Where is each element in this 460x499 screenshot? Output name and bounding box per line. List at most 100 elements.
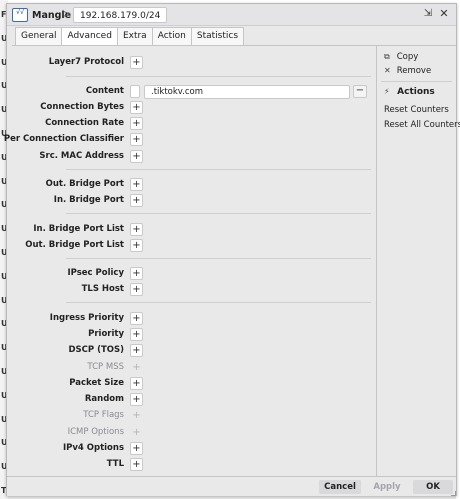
add-out-bridge-port-list-button[interactable]: + bbox=[130, 239, 143, 252]
advanced-tab-content: Layer7 Protocol + Content .tiktokv.com −… bbox=[4, 45, 376, 476]
copy-button[interactable]: ⧉ Copy bbox=[384, 52, 418, 62]
add-src-mac-address-button[interactable]: + bbox=[130, 150, 143, 163]
divider bbox=[66, 76, 371, 77]
row-ingress-priority: Ingress Priority + bbox=[12, 312, 376, 326]
cancel-button[interactable]: Cancel bbox=[319, 480, 361, 494]
row-tls-host: TLS Host + bbox=[12, 283, 376, 297]
row-connection-rate: Connection Rate + bbox=[12, 117, 376, 131]
add-random-button[interactable]: + bbox=[130, 393, 143, 406]
remove-icon: ✕ bbox=[384, 66, 391, 75]
tcp-flags-label: TCP Flags bbox=[83, 410, 124, 420]
layer7-protocol-label: Layer7 Protocol bbox=[48, 57, 124, 67]
copy-label: Copy bbox=[396, 52, 419, 62]
remove-button[interactable]: ✕ Remove bbox=[384, 66, 431, 76]
ipv4-options-label: IPv4 Options bbox=[62, 443, 124, 453]
connection-rate-label: Connection Rate bbox=[45, 118, 124, 128]
dscp-label: DSCP (TOS) bbox=[68, 345, 124, 355]
tab-bar: General Advanced Extra Action Statistics bbox=[15, 27, 245, 45]
in-bridge-port-list-label: In. Bridge Port List bbox=[33, 224, 124, 234]
add-connection-bytes-button[interactable]: + bbox=[130, 101, 143, 114]
add-per-connection-classifier-button[interactable]: + bbox=[130, 133, 143, 146]
divider bbox=[66, 302, 371, 303]
content-negate-checkbox[interactable] bbox=[130, 85, 140, 98]
row-priority: Priority + bbox=[12, 328, 376, 342]
add-packet-size-button[interactable]: + bbox=[130, 377, 143, 390]
packet-size-label: Packet Size bbox=[69, 378, 124, 388]
actions-sidebar: ⧉ Copy ✕ Remove ⚡ Actions Reset Counters… bbox=[376, 45, 460, 476]
mikrotik-logo-icon: √√ bbox=[12, 8, 28, 22]
row-in-bridge-port: In. Bridge Port + bbox=[12, 194, 376, 208]
divider bbox=[66, 169, 371, 170]
add-tcp-flags-button: + bbox=[132, 410, 141, 421]
row-tcp-mss: TCP MSS + bbox=[12, 361, 376, 375]
row-per-connection-classifier: Per Connection Classifier + bbox=[4, 133, 376, 147]
tab-extra[interactable]: Extra bbox=[116, 27, 153, 45]
copy-icon: ⧉ bbox=[384, 52, 390, 61]
resize-grip-icon[interactable] bbox=[451, 491, 456, 496]
row-random: Random + bbox=[12, 393, 376, 407]
row-ttl: TTL + bbox=[12, 458, 376, 472]
reset-counters-button[interactable]: Reset Counters bbox=[384, 105, 449, 115]
ttl-label: TTL bbox=[106, 459, 124, 469]
add-out-bridge-port-button[interactable]: + bbox=[130, 178, 143, 191]
row-out-bridge-port-list: Out. Bridge Port List + bbox=[12, 239, 376, 253]
content-input[interactable]: .tiktokv.com bbox=[144, 85, 350, 99]
add-tls-host-button[interactable]: + bbox=[130, 283, 143, 296]
rule-address-breadcrumb: 192.168.179.0/24 bbox=[73, 7, 168, 23]
ipsec-policy-label: IPsec Policy bbox=[67, 268, 124, 278]
add-ingress-priority-button[interactable]: + bbox=[130, 312, 143, 325]
connection-bytes-label: Connection Bytes bbox=[40, 102, 124, 112]
remove-content-button[interactable]: − bbox=[353, 85, 367, 98]
add-in-bridge-port-list-button[interactable]: + bbox=[130, 223, 143, 236]
breadcrumb-separator: > bbox=[63, 9, 72, 20]
tab-advanced[interactable]: Advanced bbox=[61, 27, 118, 45]
add-tcp-mss-button: + bbox=[132, 362, 141, 373]
add-priority-button[interactable]: + bbox=[130, 328, 143, 341]
row-dscp: DSCP (TOS) + bbox=[12, 344, 376, 358]
close-icon[interactable]: ✕ bbox=[438, 8, 450, 20]
in-bridge-port-label: In. Bridge Port bbox=[53, 195, 124, 205]
add-in-bridge-port-button[interactable]: + bbox=[130, 194, 143, 207]
title-bar[interactable]: √√ Mangle > 192.168.179.0/24 ⇲ ✕ bbox=[7, 4, 456, 26]
add-dscp-button[interactable]: + bbox=[130, 344, 143, 357]
row-out-bridge-port: Out. Bridge Port + bbox=[12, 178, 376, 192]
dialog-footer: Cancel Apply OK bbox=[7, 476, 456, 496]
icmp-options-label: ICMP Options bbox=[67, 427, 124, 437]
tab-statistics[interactable]: Statistics bbox=[190, 27, 245, 45]
remove-label: Remove bbox=[396, 66, 432, 76]
row-ipv4-options: IPv4 Options + bbox=[12, 442, 376, 456]
add-connection-rate-button[interactable]: + bbox=[130, 117, 143, 130]
tab-general[interactable]: General bbox=[15, 27, 63, 45]
priority-label: Priority bbox=[88, 329, 124, 339]
apply-button[interactable]: Apply bbox=[368, 480, 406, 494]
row-content: Content .tiktokv.com − bbox=[12, 85, 376, 99]
restore-icon[interactable]: ⇲ bbox=[422, 8, 434, 20]
src-mac-address-label: Src. MAC Address bbox=[39, 151, 124, 161]
divider bbox=[66, 258, 371, 259]
out-bridge-port-list-label: Out. Bridge Port List bbox=[25, 240, 124, 250]
row-icmp-options: ICMP Options + bbox=[12, 426, 376, 440]
tls-host-label: TLS Host bbox=[81, 284, 124, 294]
add-layer7-protocol-button[interactable]: + bbox=[130, 56, 143, 69]
row-layer7-protocol: Layer7 Protocol + bbox=[12, 56, 376, 70]
random-label: Random bbox=[84, 394, 124, 404]
add-ipsec-policy-button[interactable]: + bbox=[130, 267, 143, 280]
ok-button[interactable]: OK bbox=[413, 480, 453, 494]
actions-header: ⚡ Actions bbox=[384, 87, 435, 97]
row-packet-size: Packet Size + bbox=[12, 377, 376, 391]
add-icmp-options-button: + bbox=[132, 427, 141, 438]
reset-all-counters-button[interactable]: Reset All Counters bbox=[384, 120, 460, 130]
row-ipsec-policy: IPsec Policy + bbox=[12, 267, 376, 281]
tab-action[interactable]: Action bbox=[151, 27, 192, 45]
per-connection-classifier-label: Per Connection Classifier bbox=[3, 134, 124, 144]
add-ttl-button[interactable]: + bbox=[130, 458, 143, 471]
add-ipv4-options-button[interactable]: + bbox=[130, 442, 143, 455]
row-src-mac-address: Src. MAC Address + bbox=[12, 150, 376, 164]
content-label: Content bbox=[85, 86, 124, 96]
mangle-rule-dialog: √√ Mangle > 192.168.179.0/24 ⇲ ✕ General… bbox=[4, 3, 460, 496]
row-in-bridge-port-list: In. Bridge Port List + bbox=[12, 223, 376, 237]
divider bbox=[381, 81, 452, 82]
row-connection-bytes: Connection Bytes + bbox=[12, 101, 376, 115]
ingress-priority-label: Ingress Priority bbox=[49, 313, 124, 323]
row-tcp-flags: TCP Flags + bbox=[12, 409, 376, 423]
